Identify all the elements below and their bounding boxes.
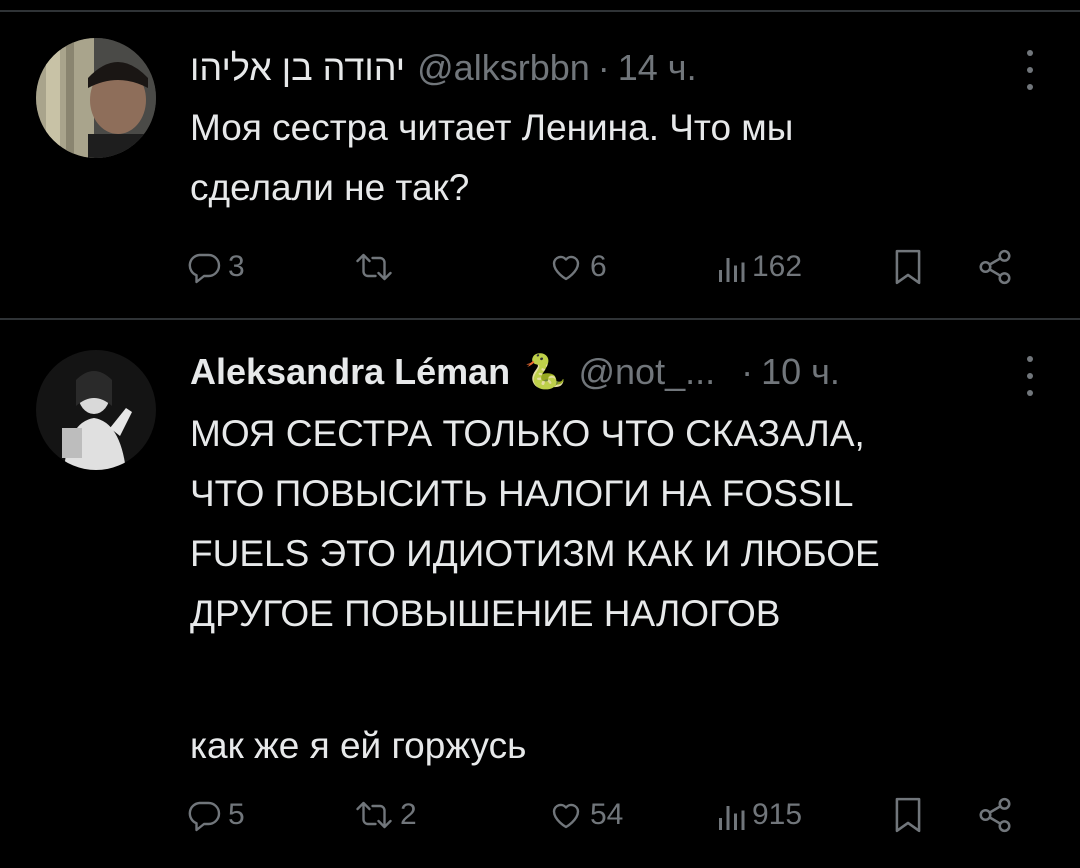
bookmark-button[interactable]: [892, 242, 924, 292]
tweet[interactable]: Aleksandra Léman 🐍 @not_... · 10 ч. МОЯ …: [0, 320, 1080, 868]
tweet-text-line: Моя сестра читает Ленина. Что мы: [190, 107, 794, 148]
retweet-icon: [356, 801, 392, 829]
reply-icon: [188, 253, 221, 284]
reply-count: 3: [228, 250, 245, 283]
user-handle[interactable]: @alksrbbn: [417, 47, 590, 89]
tweet-text: МОЯ СЕСТРА ТОЛЬКО ЧТО СКАЗАЛА, ЧТО ПОВЫС…: [190, 404, 1010, 776]
like-count: 54: [590, 798, 624, 831]
retweet-count: 2: [400, 798, 417, 831]
reply-button[interactable]: 3: [186, 242, 245, 292]
like-button[interactable]: 54: [548, 790, 623, 840]
retweet-button[interactable]: [354, 242, 400, 292]
separator-dot: ·: [741, 351, 754, 392]
display-name[interactable]: Aleksandra Léman: [190, 351, 510, 393]
retweet-button[interactable]: 2: [354, 790, 417, 840]
views-icon: [719, 258, 745, 282]
like-count: 6: [590, 250, 607, 283]
views-button[interactable]: 162: [716, 242, 802, 292]
bookmark-icon: [895, 249, 921, 285]
tweet-text-line: FUELS ЭТО ИДИОТИЗМ КАК И ЛЮБОЕ: [190, 533, 880, 574]
share-button[interactable]: [976, 242, 1014, 292]
bookmark-icon: [895, 797, 921, 833]
like-icon: [552, 803, 580, 829]
share-button[interactable]: [976, 790, 1014, 840]
tweet-text-line: сделали не так?: [190, 167, 470, 208]
tweet-text-line: как же я ей горжусь: [190, 725, 527, 766]
tweet-header: יהודה בן אליהו @alksrbbn · 14 ч.: [190, 44, 697, 92]
avatar[interactable]: [36, 38, 156, 158]
views-count: 162: [752, 250, 803, 283]
action-bar: 5 2 54 915: [186, 790, 1026, 840]
bookmark-button[interactable]: [892, 790, 924, 840]
views-icon: [719, 806, 745, 830]
views-button[interactable]: 915: [716, 790, 802, 840]
like-button[interactable]: 6: [548, 242, 607, 292]
reply-count: 5: [228, 798, 245, 831]
more-icon[interactable]: [1024, 50, 1036, 90]
tweet-text: Моя сестра читает Ленина. Что мы сделали…: [190, 98, 1010, 218]
timestamp[interactable]: 10 ч.: [761, 351, 840, 393]
tweet-text-line: МОЯ СЕСТРА ТОЛЬКО ЧТО СКАЗАЛА,: [190, 413, 865, 454]
share-icon: [979, 797, 1011, 833]
timestamp[interactable]: 14 ч.: [618, 47, 697, 89]
views-count: 915: [752, 798, 803, 831]
tweet-text-line: ЧТО ПОВЫСИТЬ НАЛОГИ НА FOSSIL: [190, 473, 854, 514]
reply-button[interactable]: 5: [186, 790, 245, 840]
reply-icon: [188, 801, 221, 832]
retweet-icon: [356, 253, 392, 281]
action-bar: 3 6 162: [186, 242, 1026, 292]
tweet-header: Aleksandra Léman 🐍 @not_... · 10 ч.: [190, 348, 840, 396]
separator-dot: ·: [597, 47, 610, 88]
more-icon[interactable]: [1024, 356, 1036, 396]
snake-emoji: 🐍: [524, 352, 567, 392]
display-name[interactable]: יהודה בן אליהו: [190, 47, 405, 89]
tweet-text-line: ДРУГОЕ ПОВЫШЕНИЕ НАЛОГОВ: [190, 593, 781, 634]
like-icon: [552, 255, 580, 281]
user-handle[interactable]: @not_...: [578, 351, 715, 393]
tweet[interactable]: יהודה בן אליהו @alksrbbn · 14 ч. Моя сес…: [0, 0, 1080, 318]
avatar[interactable]: [36, 350, 156, 470]
tweet-text-line: [190, 644, 1010, 704]
share-icon: [979, 249, 1011, 285]
